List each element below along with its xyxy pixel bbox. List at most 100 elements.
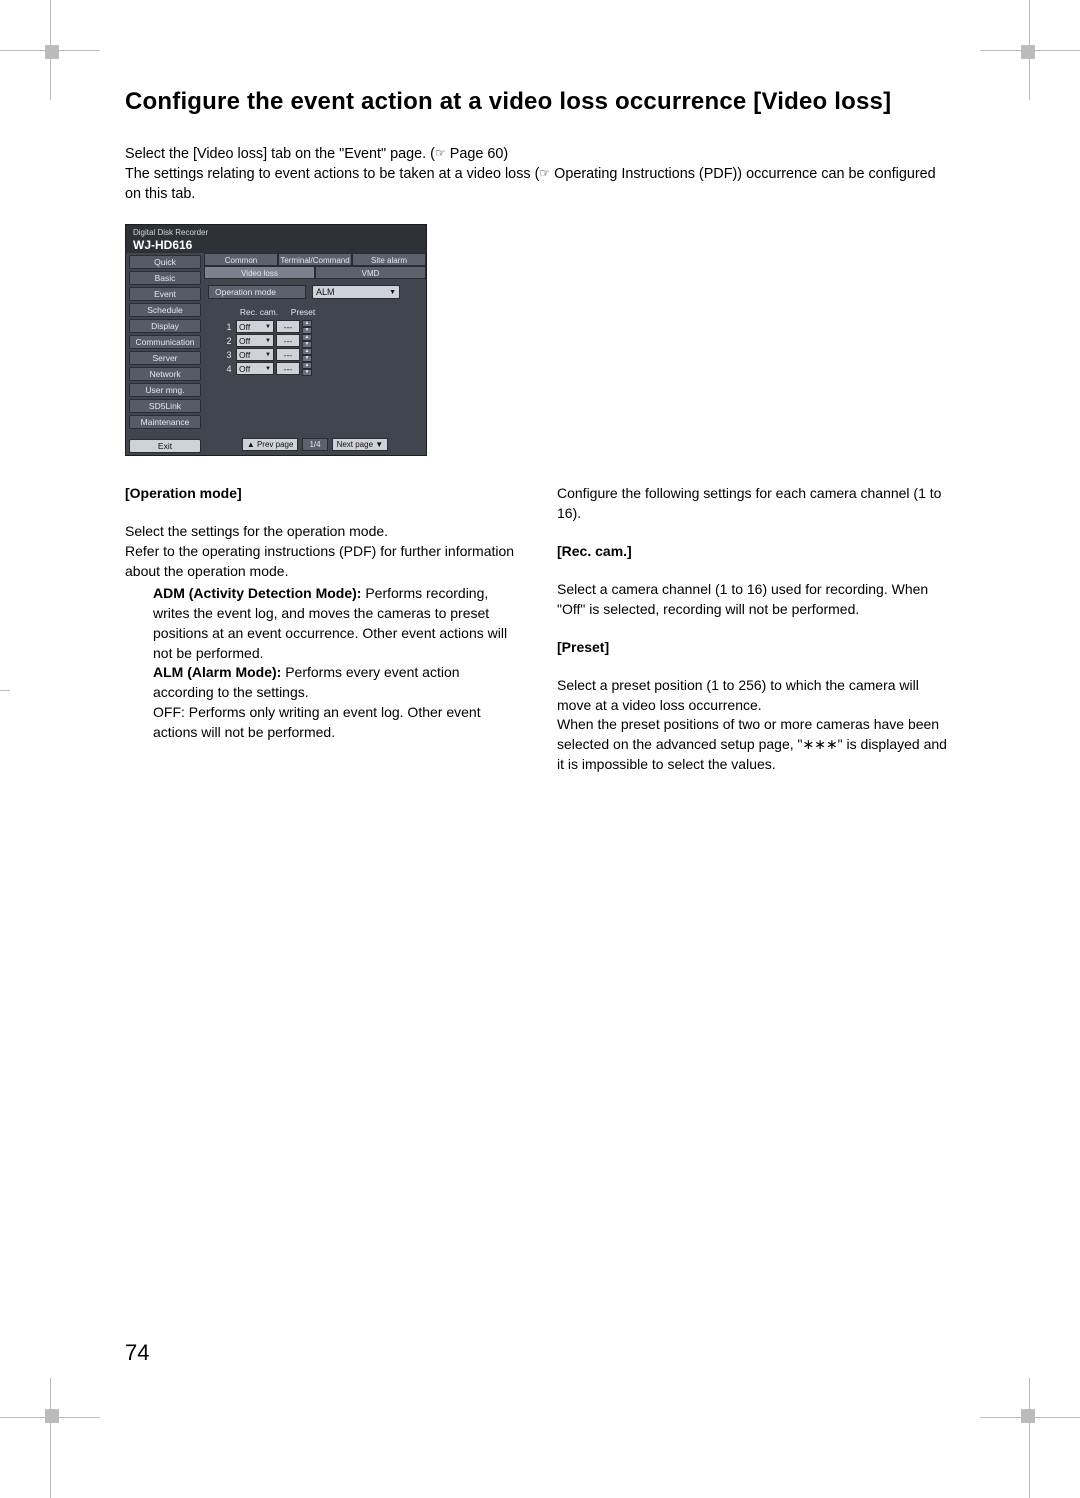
crop-mark (45, 45, 59, 59)
chevron-down-icon: ▼ (265, 352, 271, 358)
crop-mark (50, 1378, 51, 1498)
alm-item: ALM (Alarm Mode): Performs every event a… (125, 663, 523, 703)
adm-item: ADM (Activity Detection Mode): Performs … (125, 584, 523, 664)
chevron-down-icon: ▼ (389, 289, 396, 296)
channel-row: 4Off▼---▲▼ (224, 362, 426, 375)
preset-value[interactable]: --- (276, 334, 300, 347)
sidebar-item-basic[interactable]: Basic (129, 271, 201, 285)
channel-number: 3 (224, 350, 234, 360)
body-columns: [Operation mode] Select the settings for… (125, 484, 955, 775)
crop-mark (1021, 45, 1035, 59)
sidebar-item-quick[interactable]: Quick (129, 255, 201, 269)
page: Configure the event action at a video lo… (0, 0, 1080, 1478)
reccam-value: Off (239, 364, 250, 374)
ui-sidebar: Quick Basic Event Schedule Display Commu… (126, 253, 204, 455)
preset-text2: When the preset positions of two or more… (557, 716, 947, 772)
step-up-icon[interactable]: ▲ (302, 348, 312, 355)
reccam-select[interactable]: Off ▼ (236, 334, 274, 347)
sidebar-item-maintenance[interactable]: Maintenance (129, 415, 201, 429)
preset-stepper[interactable]: ▲▼ (302, 362, 312, 376)
step-down-icon[interactable]: ▼ (302, 327, 312, 334)
prev-page-button[interactable]: ▲ Prev page (242, 438, 299, 451)
left-column: [Operation mode] Select the settings for… (125, 484, 523, 775)
channel-rows: 1Off▼---▲▼2Off▼---▲▼3Off▼---▲▼4Off▼---▲▼ (204, 320, 426, 375)
intro-line2a: The settings relating to event actions t… (125, 166, 539, 182)
reccam-value: Off (239, 336, 250, 346)
off-item: OFF: Performs only writing an event log.… (125, 703, 523, 743)
ui-header: Digital Disk Recorder WJ-HD616 (126, 225, 426, 255)
intro-text: Select the [Video loss] tab on the "Even… (125, 144, 955, 204)
reference-icon: ☞ (435, 145, 446, 162)
preset-value[interactable]: --- (276, 362, 300, 375)
column-headers: Rec. cam. Preset (238, 307, 426, 317)
sidebar-item-schedule[interactable]: Schedule (129, 303, 201, 317)
alm-label: ALM (Alarm Mode): (153, 664, 281, 680)
channel-row: 3Off▼---▲▼ (224, 348, 426, 361)
col-header-preset: Preset (282, 307, 324, 317)
crop-mark (45, 1409, 59, 1423)
channel-number: 1 (224, 322, 234, 332)
pager: ▲ Prev page 1/4 Next page ▼ (204, 438, 426, 451)
sidebar-item-server[interactable]: Server (129, 351, 201, 365)
preset-text1: Select a preset position (1 to 256) to w… (557, 677, 919, 713)
channel-number: 4 (224, 364, 234, 374)
page-indicator: 1/4 (302, 438, 327, 451)
reccam-value: Off (239, 350, 250, 360)
intro-line1b: Page 60) (446, 146, 508, 162)
right-intro: Configure the following settings for eac… (557, 484, 955, 524)
brand-label: Digital Disk Recorder (133, 228, 208, 237)
sidebar-item-communication[interactable]: Communication (129, 335, 201, 349)
preset-value[interactable]: --- (276, 320, 300, 333)
crop-mark (50, 0, 51, 100)
sidebar-item-display[interactable]: Display (129, 319, 201, 333)
step-up-icon[interactable]: ▲ (302, 320, 312, 327)
off-text: OFF: Performs only writing an event log.… (153, 704, 481, 740)
preset-stepper[interactable]: ▲▼ (302, 320, 312, 334)
preset-stepper[interactable]: ▲▼ (302, 348, 312, 362)
tab-vmd[interactable]: VMD (315, 266, 426, 279)
step-down-icon[interactable]: ▼ (302, 369, 312, 376)
tab-site-alarm[interactable]: Site alarm (352, 253, 426, 266)
reccam-text: Select a camera channel (1 to 16) used f… (557, 580, 955, 620)
reccam-value: Off (239, 322, 250, 332)
opmode-desc2: Refer to the operating instructions (PDF… (125, 543, 514, 579)
ui-main-pane: Common Terminal/Command Site alarm Video… (204, 253, 426, 455)
sidebar-item-sd5link[interactable]: SD5Link (129, 399, 201, 413)
channel-number: 2 (224, 336, 234, 346)
operation-mode-value: ALM (316, 287, 335, 297)
sidebar-item-network[interactable]: Network (129, 367, 201, 381)
tab-common[interactable]: Common (204, 253, 278, 266)
reccam-select[interactable]: Off ▼ (236, 348, 274, 361)
crop-mark (0, 1417, 100, 1418)
exit-button[interactable]: Exit (129, 439, 201, 453)
step-down-icon[interactable]: ▼ (302, 341, 312, 348)
content-area: Configure the event action at a video lo… (125, 88, 955, 775)
preset-value[interactable]: --- (276, 348, 300, 361)
sidebar-item-event[interactable]: Event (129, 287, 201, 301)
tab-terminal-command[interactable]: Terminal/Command (278, 253, 352, 266)
preset-stepper[interactable]: ▲▼ (302, 334, 312, 348)
step-down-icon[interactable]: ▼ (302, 355, 312, 362)
tab-video-loss[interactable]: Video loss (204, 266, 315, 279)
operation-mode-row: Operation mode ALM ▼ (208, 285, 422, 299)
sidebar-item-usermng[interactable]: User mng. (129, 383, 201, 397)
crop-mark (1021, 1409, 1035, 1423)
page-number: 74 (125, 1340, 149, 1366)
crop-mark (0, 690, 10, 691)
tab-row-2: Video loss VMD (204, 266, 426, 279)
model-label: WJ-HD616 (133, 238, 419, 252)
step-up-icon[interactable]: ▲ (302, 362, 312, 369)
reccam-select[interactable]: Off ▼ (236, 362, 274, 375)
operation-mode-select[interactable]: ALM ▼ (312, 285, 400, 299)
channel-row: 2Off▼---▲▼ (224, 334, 426, 347)
step-up-icon[interactable]: ▲ (302, 334, 312, 341)
channel-row: 1Off▼---▲▼ (224, 320, 426, 333)
chevron-down-icon: ▼ (265, 338, 271, 344)
next-page-button[interactable]: Next page ▼ (332, 438, 389, 451)
right-column: Configure the following settings for eac… (557, 484, 955, 775)
crop-mark (0, 50, 100, 51)
chevron-down-icon: ▼ (265, 366, 271, 372)
chevron-down-icon: ▼ (265, 324, 271, 330)
reccam-select[interactable]: Off ▼ (236, 320, 274, 333)
tab-row-1: Common Terminal/Command Site alarm (204, 253, 426, 266)
